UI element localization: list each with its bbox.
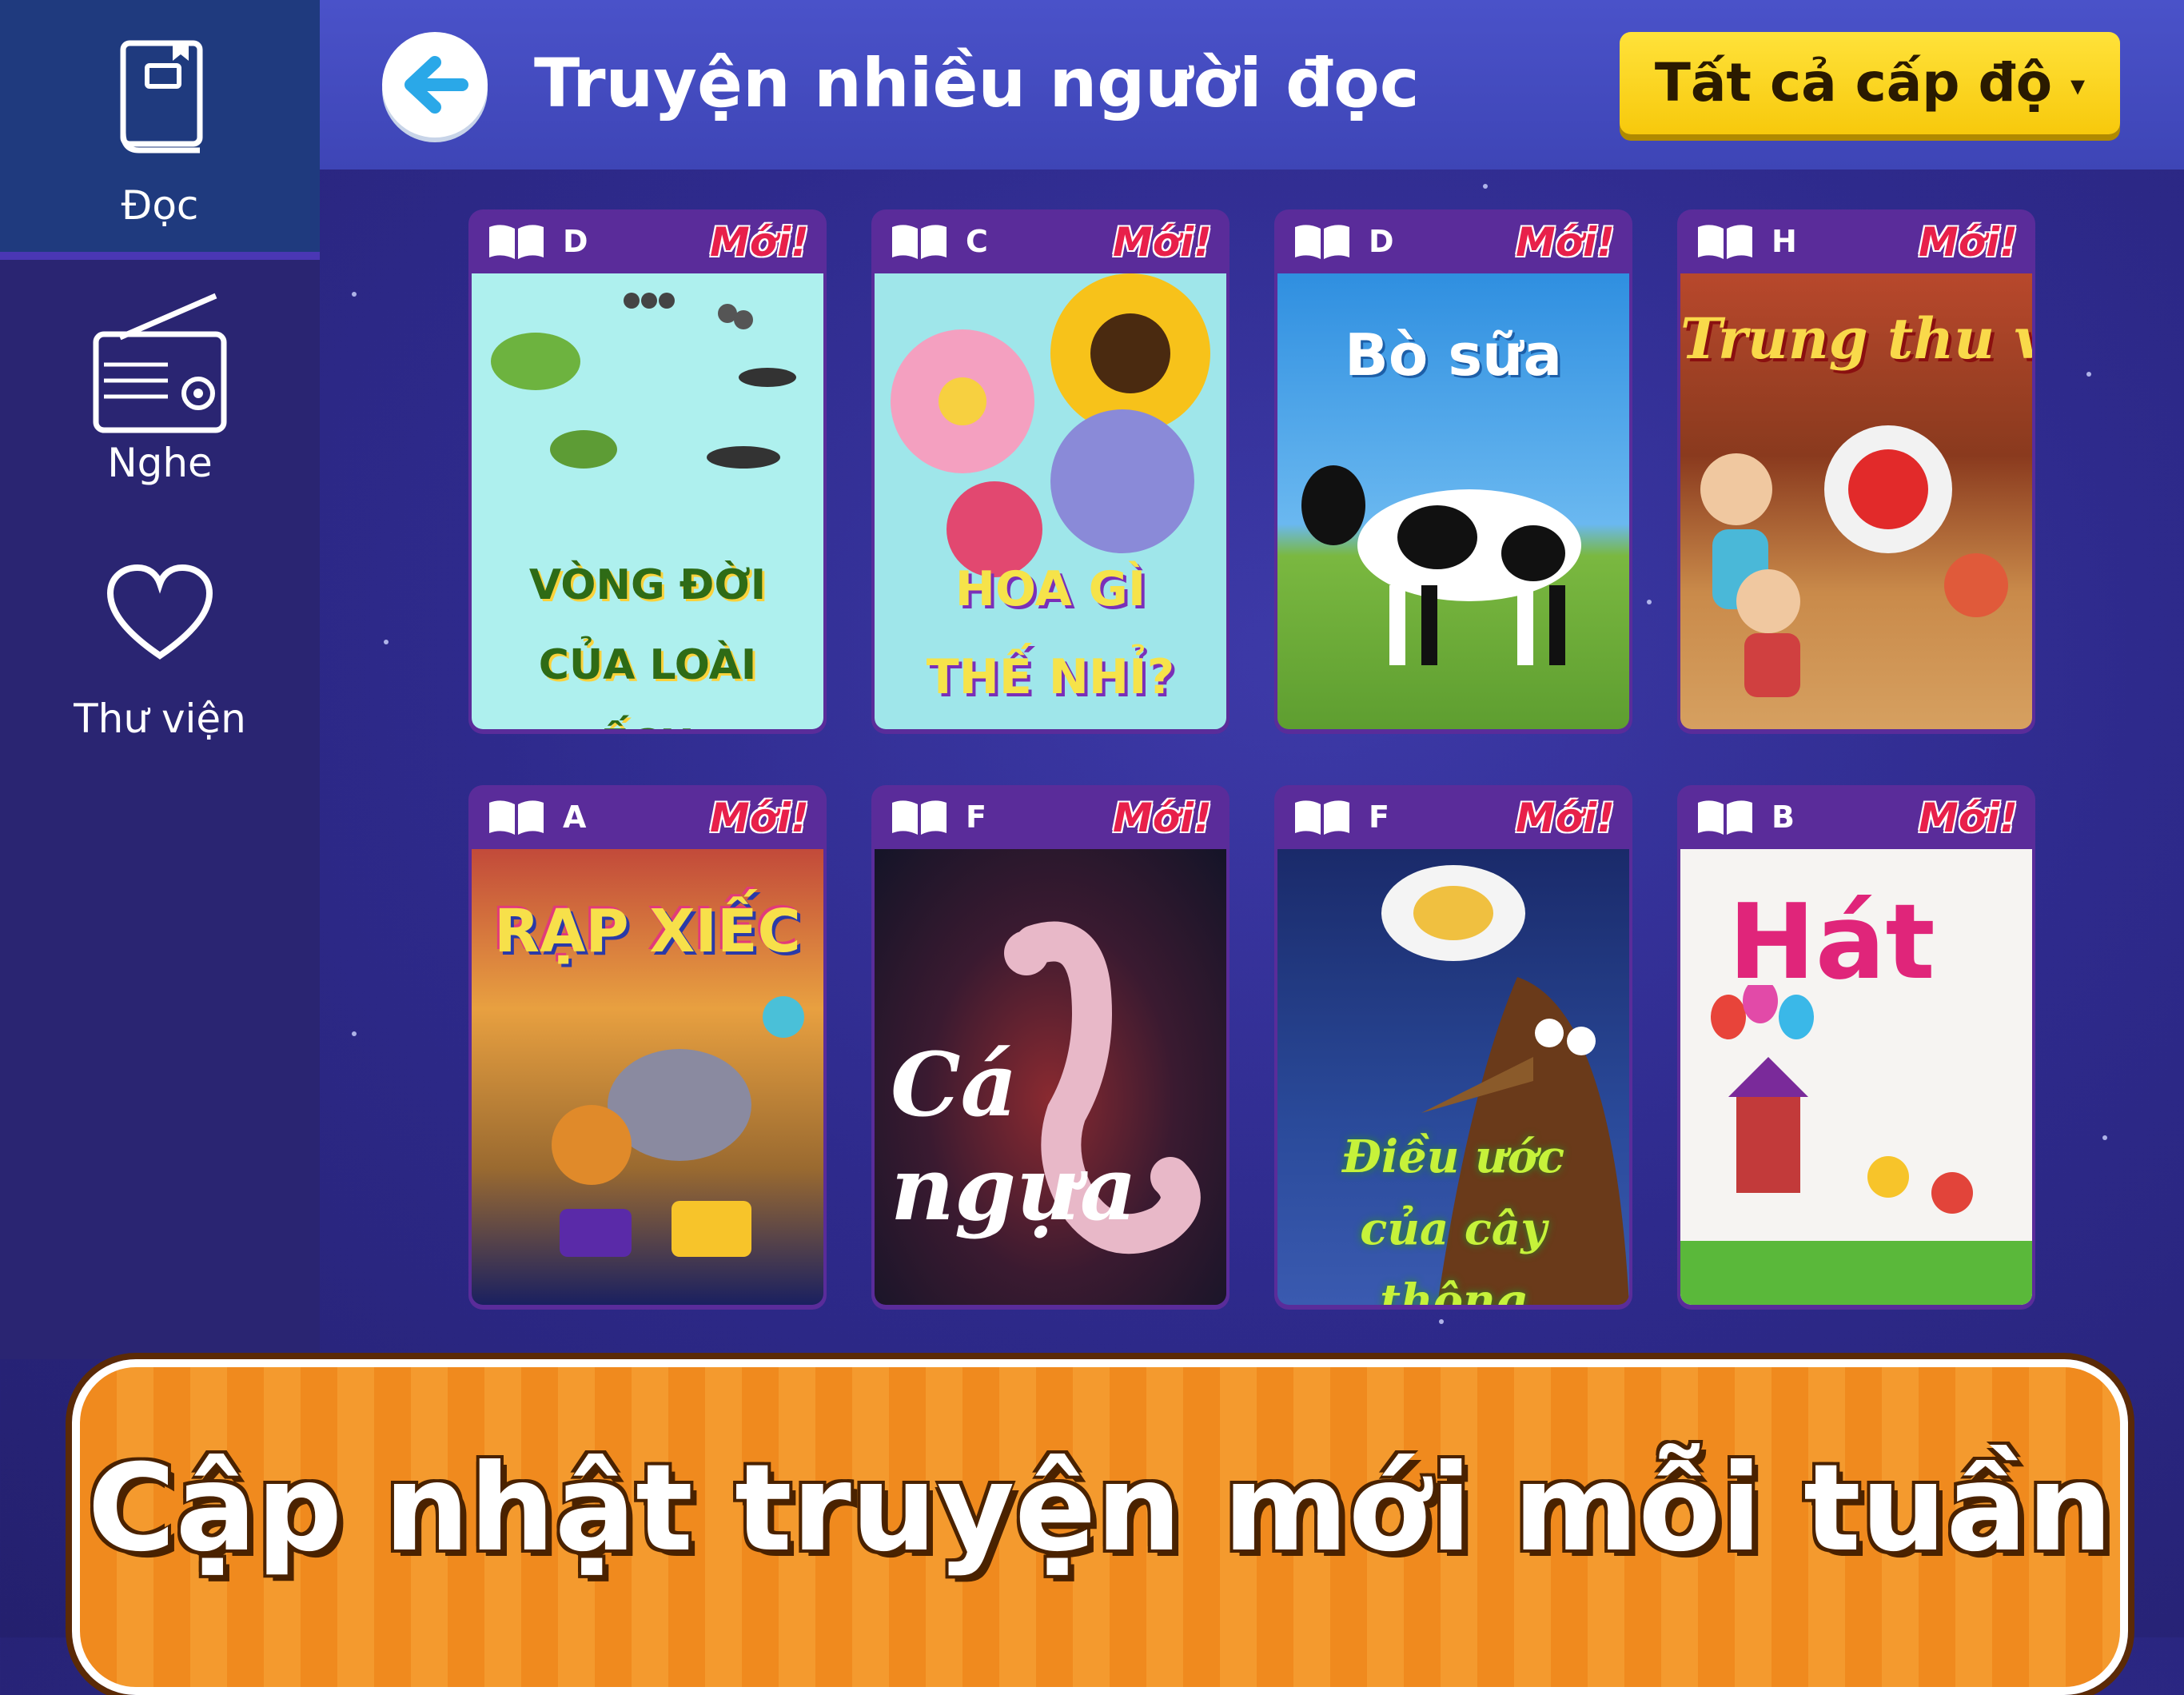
book-card[interactable]: C Mới! HOA GÌ THẾ NHỈ? — [871, 209, 1229, 734]
new-badge: Mới! — [1918, 219, 2018, 265]
star-decoration — [352, 292, 357, 297]
new-badge: Mới! — [1112, 219, 1212, 265]
book-cover: Hát — [1680, 849, 2032, 1305]
new-badge: Mới! — [709, 795, 809, 841]
star-decoration — [1483, 184, 1488, 189]
promo-banner: Cập nhật truyện mới mỗi tuần — [72, 1359, 2128, 1695]
book-cover: Cá ngựa — [875, 849, 1226, 1305]
book-level: H — [1772, 224, 1797, 259]
mid-autumn-illustration — [1700, 425, 2008, 697]
book-title: HOA GÌ THẾ NHỈ? — [926, 561, 1175, 705]
book-level: C — [966, 224, 988, 259]
book-cover: Bò sữa — [1277, 273, 1629, 729]
promo-banner-text: Cập nhật truyện mới mỗi tuần — [87, 1439, 2113, 1578]
book-level: D — [563, 224, 588, 259]
book-icon — [120, 40, 203, 154]
sidebar-item-listen[interactable]: Nghe — [0, 272, 320, 504]
sidebar-item-read[interactable]: Đọc — [0, 0, 320, 260]
radio-icon — [93, 293, 227, 433]
book-card[interactable]: F Mới! Cá ngựa — [871, 785, 1229, 1310]
book-title: VÒNG ĐỜI CỦA LOÀI ẾCH — [528, 561, 767, 729]
level-filter-label: Tất cả cấp độ — [1654, 52, 2053, 114]
open-book-icon — [489, 225, 544, 259]
open-book-icon — [1698, 225, 1752, 259]
arrow-left-icon — [405, 56, 468, 114]
book-card[interactable]: H Mới! Trung thu về — [1677, 209, 2035, 734]
book-level: B — [1772, 800, 1795, 835]
book-title: Bò sữa — [1344, 321, 1563, 389]
book-level: F — [966, 800, 986, 835]
book-cover: HOA GÌ THẾ NHỈ? — [875, 273, 1226, 729]
book-level: F — [1369, 800, 1389, 835]
open-book-icon — [892, 225, 947, 259]
star-decoration — [352, 1031, 357, 1036]
new-badge: Mới! — [1112, 795, 1212, 841]
cow-illustration — [1301, 465, 1581, 665]
book-title: RẠP XIẾC — [494, 897, 801, 966]
book-cover: Trung thu về — [1680, 273, 2032, 729]
book-card[interactable]: D Mới! VÒNG ĐỜI CỦA LOÀI ẾCH — [468, 209, 827, 734]
book-card[interactable]: B Mới! Hát — [1677, 785, 2035, 1310]
book-cover: VÒNG ĐỜI CỦA LOÀI ẾCH — [472, 273, 823, 729]
sidebar-item-label: Đọc — [121, 182, 199, 229]
sidebar-item-library[interactable]: Thư viện — [0, 552, 320, 760]
open-book-icon — [892, 800, 947, 835]
open-book-icon — [1698, 800, 1752, 835]
book-cover: RẠP XIẾC — [472, 849, 823, 1305]
chevron-down-icon: ▾ — [2070, 69, 2086, 102]
book-card[interactable]: D Mới! Bò sữa — [1274, 209, 1632, 734]
sidebar: Đọc Nghe Thư viện — [0, 0, 320, 1359]
frog-lifecycle-illustration — [491, 293, 796, 469]
book-level: A — [563, 800, 587, 835]
level-filter-dropdown[interactable]: Tất cả cấp độ ▾ — [1620, 32, 2120, 134]
sidebar-item-label: Nghe — [107, 440, 213, 486]
garden-illustration — [1680, 985, 2032, 1305]
new-badge: Mới! — [1515, 219, 1615, 265]
star-decoration — [1647, 600, 1652, 604]
page-title: Truyện nhiều người đọc — [534, 44, 1420, 122]
heart-icon — [106, 564, 213, 660]
new-badge: Mới! — [1515, 795, 1615, 841]
sidebar-item-label: Thư viện — [74, 696, 246, 742]
book-level: D — [1369, 224, 1394, 259]
star-decoration — [2086, 372, 2091, 377]
star-decoration — [2102, 1135, 2107, 1140]
book-title: Trung thu về — [1680, 305, 2032, 372]
star-decoration — [384, 640, 389, 644]
open-book-icon — [489, 800, 544, 835]
open-book-icon — [1295, 800, 1349, 835]
book-title: Điều ước của cây thông — [1341, 1131, 1565, 1305]
new-badge: Mới! — [709, 219, 809, 265]
open-book-icon — [1295, 225, 1349, 259]
circus-illustration — [552, 996, 804, 1257]
book-cover: Điều ước của cây thông — [1277, 849, 1629, 1305]
star-decoration — [1439, 1319, 1444, 1324]
book-title: Cá ngựa — [891, 1033, 1138, 1240]
back-button[interactable] — [382, 32, 488, 138]
new-badge: Mới! — [1918, 795, 2018, 841]
book-card[interactable]: F Mới! Điều ước của cây thông — [1274, 785, 1632, 1310]
book-card[interactable]: A Mới! RẠP XIẾC — [468, 785, 827, 1310]
